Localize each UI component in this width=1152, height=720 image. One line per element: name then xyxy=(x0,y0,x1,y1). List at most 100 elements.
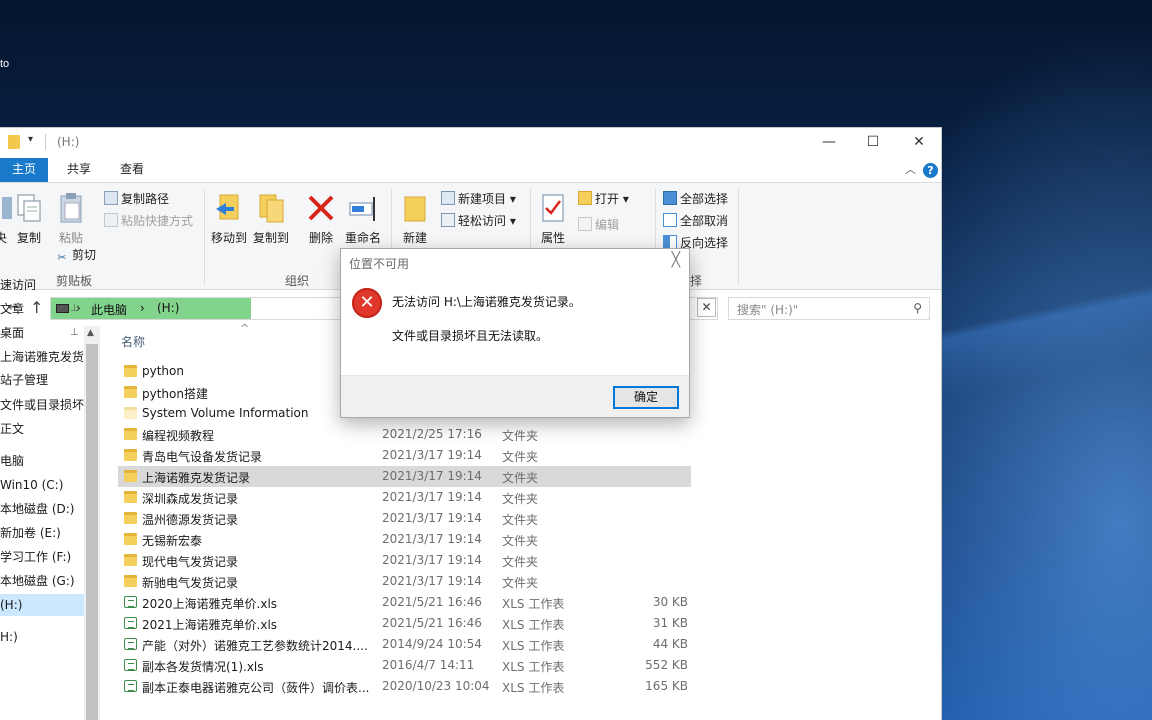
nav-item-label: 速访问 xyxy=(0,278,37,292)
scissors-icon: ✂ xyxy=(57,251,67,264)
maximize-button[interactable]: ☐ xyxy=(850,128,896,158)
file-date: 2021/5/21 16:46 xyxy=(382,616,482,630)
new-folder-button[interactable]: 新建 xyxy=(400,191,430,246)
pin-icon[interactable]: ⊥ xyxy=(70,322,79,344)
folder-row[interactable]: 无锡新宏泰 2021/3/17 19:14 文件夹 xyxy=(118,529,691,550)
search-input[interactable]: 搜索" (H:)" ⚲ xyxy=(728,297,930,320)
paste-shortcut-label: 粘贴快捷方式 xyxy=(121,214,194,228)
breadcrumb-drive[interactable]: (H:) xyxy=(157,301,179,315)
file-row[interactable]: 产能（对外）诺雅克工艺参数统计2014.... 2014/9/24 10:54 XL… xyxy=(118,634,691,655)
cut-button[interactable]: ✂ 剪切 xyxy=(55,245,96,265)
file-name: 产能（对外）诺雅克工艺参数统计2014.... xyxy=(142,639,368,653)
select-none-button[interactable]: 全部取消 xyxy=(663,211,728,231)
scroll-up-arrow[interactable]: ▲ xyxy=(87,328,94,338)
file-name: 上海诺雅克发货记录 xyxy=(142,471,251,485)
folder-row[interactable]: 编程视频教程 2021/2/25 17:16 文件夹 xyxy=(118,424,691,445)
new-item-button[interactable]: 新建项目 ▾ xyxy=(441,189,516,209)
rename-button[interactable]: 重命名 xyxy=(344,191,382,246)
nav-item[interactable]: 文章 ⊥ xyxy=(0,298,84,320)
nav-item[interactable]: 新加卷 (E:) xyxy=(0,522,84,544)
open-button[interactable]: 打开 ▾ xyxy=(578,189,629,209)
file-type: 文件夹 xyxy=(502,513,539,527)
desktop-icon-label[interactable]: to xyxy=(0,58,9,70)
error-icon: ✕ xyxy=(352,288,382,318)
collapse-ribbon-button[interactable]: ︿ xyxy=(905,161,916,177)
easy-access-label: 轻松访问 xyxy=(458,214,507,228)
stop-loading-button[interactable]: ✕ xyxy=(697,298,716,317)
folder-icon xyxy=(124,407,137,419)
breadcrumb-this-pc[interactable]: 此电脑 xyxy=(91,301,127,318)
nav-item[interactable]: 桌面 ⊥ xyxy=(0,322,84,344)
file-type: 文件夹 xyxy=(502,471,539,485)
file-name: 深圳森成发货记录 xyxy=(142,492,239,506)
nav-item[interactable]: 电脑 xyxy=(0,450,84,472)
folder-row[interactable]: 青岛电气设备发货记录 2021/3/17 19:14 文件夹 xyxy=(118,445,691,466)
cut-label: 剪切 xyxy=(72,248,97,262)
nav-item[interactable]: H:) xyxy=(0,626,84,648)
file-size: 31 KB xyxy=(652,616,688,630)
folder-row[interactable]: 新驰电气发货记录 2021/3/17 19:14 文件夹 xyxy=(118,571,691,592)
copy-path-button[interactable]: 复制路径 xyxy=(104,189,169,209)
select-all-label: 全部选择 xyxy=(680,192,729,206)
folder-row[interactable]: 现代电气发货记录 2021/3/17 19:14 文件夹 xyxy=(118,550,691,571)
properties-button[interactable]: 属性 xyxy=(538,191,568,246)
easy-access-icon xyxy=(441,213,455,227)
copy-button[interactable]: 复制 xyxy=(14,191,44,246)
file-row[interactable]: 副本各发货情况(1).xls 2016/4/7 14:11 XLS 工作表 552 K… xyxy=(118,655,691,676)
folder-row[interactable]: 深圳森成发货记录 2021/3/17 19:14 文件夹 xyxy=(118,487,691,508)
nav-item[interactable]: 文件或目录损坏 xyxy=(0,394,84,416)
tab-share[interactable]: 共享 xyxy=(55,158,103,182)
file-type: 文件夹 xyxy=(502,534,539,548)
nav-item-label: Win10 (C:) xyxy=(0,478,64,492)
file-row[interactable]: 2020上海诺雅克单价.xls 2021/5/21 16:46 XLS 工作表 30 … xyxy=(118,592,691,613)
file-date: 2021/5/21 16:46 xyxy=(382,595,482,609)
pin-label: 夬 xyxy=(0,231,7,245)
tab-home[interactable]: 主页 xyxy=(0,158,49,182)
copy-to-button[interactable]: 复制到 xyxy=(252,191,290,246)
delete-label: 删除 xyxy=(308,231,333,245)
paste-shortcut-icon xyxy=(104,213,118,227)
nav-item[interactable]: 上海诺雅克发货 xyxy=(0,346,84,368)
file-size: 552 KB xyxy=(645,658,688,672)
easy-access-button[interactable]: 轻松访问 ▾ xyxy=(441,211,516,231)
file-type: XLS 工作表 xyxy=(502,597,565,611)
edit-button[interactable]: 编辑 xyxy=(578,215,619,235)
quick-access-dropdown[interactable]: ▾ xyxy=(28,134,33,145)
search-placeholder: 搜索" (H:)" xyxy=(737,303,799,317)
folder-row[interactable]: 温州德源发货记录 2021/3/17 19:14 文件夹 xyxy=(118,508,691,529)
paste-button[interactable]: 粘贴 xyxy=(56,191,86,246)
dialog-close-button[interactable]: ╳ xyxy=(672,252,680,268)
move-to-button[interactable]: 移动到 xyxy=(210,191,248,246)
file-row[interactable]: 副本正泰电器诺雅克公司（蔹件）调价表... 2020/10/23 10:04 XLS… xyxy=(118,676,691,697)
paste-shortcut-button[interactable]: 粘贴快捷方式 xyxy=(104,211,193,231)
nav-item[interactable]: 站子管理 xyxy=(0,369,84,391)
nav-item[interactable]: (H:) xyxy=(0,594,84,616)
delete-button[interactable]: 删除 xyxy=(306,191,336,246)
file-date: 2021/3/17 19:14 xyxy=(382,553,482,567)
dialog-title: 位置不可用 xyxy=(349,257,410,271)
column-header-name[interactable]: 名称 xyxy=(121,333,145,350)
nav-item-label: 文件或目录损坏 xyxy=(0,398,84,412)
paste-icon xyxy=(60,193,82,223)
breadcrumb-separator: › xyxy=(140,301,145,315)
nav-item[interactable]: 学习工作 (F:) xyxy=(0,546,84,568)
select-all-button[interactable]: 全部选择 xyxy=(663,189,728,209)
nav-item[interactable]: Win10 (C:) xyxy=(0,474,84,496)
file-name: 编程视频教程 xyxy=(142,429,215,443)
pin-to-quick-access-button[interactable]: 夬 xyxy=(0,191,12,246)
folder-icon xyxy=(124,386,137,398)
nav-item[interactable]: 正文 xyxy=(0,418,84,440)
tab-view[interactable]: 查看 xyxy=(108,158,156,182)
nav-scrollbar[interactable]: ▲ xyxy=(84,326,100,720)
close-button[interactable]: ✕ xyxy=(896,128,941,158)
nav-item[interactable]: 本地磁盘 (G:) xyxy=(0,570,84,592)
help-button[interactable]: ? xyxy=(923,163,938,178)
pin-icon[interactable]: ⊥ xyxy=(70,298,79,320)
scroll-thumb[interactable] xyxy=(86,344,98,720)
ok-button[interactable]: 确定 xyxy=(613,386,679,409)
folder-row[interactable]: 上海诺雅克发货记录 2021/3/17 19:14 文件夹 xyxy=(118,466,691,487)
file-row[interactable]: 2021上海诺雅克单价.xls 2021/5/21 16:46 XLS 工作表 31 … xyxy=(118,613,691,634)
minimize-button[interactable]: — xyxy=(806,128,852,158)
nav-item[interactable]: 本地磁盘 (D:) xyxy=(0,498,84,520)
nav-item[interactable]: 速访问 xyxy=(0,274,84,296)
